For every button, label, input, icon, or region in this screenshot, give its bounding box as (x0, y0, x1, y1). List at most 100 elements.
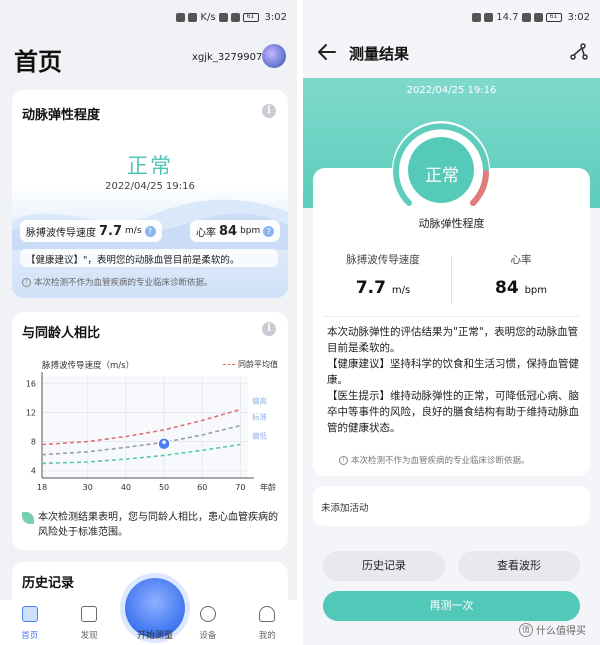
info-icon[interactable]: i (262, 104, 276, 118)
measure-date: 2022/04/25 19:16 (406, 85, 497, 96)
legend-line (223, 364, 235, 365)
elasticity-status: 正常 (127, 154, 173, 178)
result-description: 本次动脉弹性的评估结果为"正常"，表明您的动脉血管目前是柔软的。 【健康建议】坚… (327, 324, 579, 436)
help-icon[interactable]: ? (144, 225, 156, 237)
y-tick-label: 16 (26, 379, 36, 388)
result-paragraph: 【医生提示】维持动脉弹性的正常，可降低冠心病、脑卒中等事件的风险，良好的膳食结构… (327, 390, 579, 434)
bluetooth-icon (533, 12, 543, 22)
back-arrow-icon[interactable] (315, 40, 339, 64)
compare-card[interactable]: 与同龄人相比 i 脉搏波传导速度（m/s） 同龄平均值 4 8 12 16 18 30 40… (12, 312, 288, 550)
status-icons: 14.7 61 (472, 11, 562, 23)
tab-me[interactable]: 我的 (238, 600, 297, 645)
elasticity-card[interactable]: 动脉弹性程度 i 正常 2022/04/25 19:16 脉搏波传导速度 7.7… (12, 90, 288, 298)
home-screen: K/s 61 3:02 首页 xgjk_3279907 动脉弹性程度 i 正常 … (0, 0, 297, 645)
disclaimer-text: 本次检测不作为血管疾病的专业临床诊断依据。 (351, 456, 530, 466)
legend-label: 同龄平均值 (238, 360, 278, 369)
pwv-value: 7.7 m/s (323, 278, 443, 298)
x-tick-label: 60 (197, 483, 207, 492)
activity-text: 未添加活动 (321, 503, 369, 514)
info-icon[interactable]: i (262, 322, 276, 336)
pwv-value: 7.7 (99, 223, 123, 239)
x-axis-label: 年龄 (260, 482, 276, 492)
x-tick-label: 70 (235, 483, 245, 492)
network-speed: 14.7 (496, 11, 519, 23)
result-paragraph: 本次动脉弹性的评估结果为"正常"，表明您的动脉血管目前是柔软的。 (327, 326, 579, 354)
disclaimer-text: 本次检测不作为血管疾病的专业临床诊断依据。 (34, 278, 213, 288)
activity-card[interactable]: 未添加活动 (313, 486, 590, 526)
user-marker-head (162, 440, 166, 445)
pwv-pill: 脉搏波传导速度 7.7 m/s ? (20, 220, 162, 242)
signal-icon (176, 12, 186, 22)
status-bar: K/s 61 3:02 (0, 0, 297, 34)
leaf-icon (22, 512, 34, 524)
notice-icon: ! (339, 455, 348, 465)
health-advice: 【健康建议】"，表明您的动脉血管目前是柔软的。 (20, 249, 278, 267)
pwv-label: 脉搏波传导速度 (26, 227, 96, 239)
hr-unit: bpm (524, 285, 548, 296)
pwv-number: 7.7 (355, 278, 386, 298)
gauge-status: 正常 (425, 166, 459, 186)
tab-home[interactable]: 首页 (0, 600, 59, 645)
status-icons: K/s 61 (176, 11, 259, 23)
card-title: 动脉弹性程度 (22, 108, 101, 123)
pwv-unit: m/s (391, 285, 411, 296)
tab-label: 我的 (258, 631, 276, 641)
series-label: 标准 (252, 412, 267, 422)
result-paragraph: 【健康建议】坚持科学的饮食和生活习惯，保持血管健康。 (327, 358, 579, 386)
compare-conclusion: 本次检测结果表明，您与同龄人相比，患心血管疾病的风险处于标准范围。 (22, 510, 278, 540)
avatar[interactable] (262, 44, 286, 68)
notice-icon: ! (22, 277, 31, 287)
section-divider (323, 316, 580, 317)
view-waveform-button[interactable]: 查看波形 (458, 551, 580, 581)
y-tick-label: 4 (31, 467, 36, 476)
series-label: 偏高 (252, 396, 267, 406)
result-screen: 14.7 61 3:02 测量结果 2022/04/25 19:16 动脉弹性程… (303, 0, 600, 645)
status-time: 3:02 (264, 11, 287, 23)
x-tick-label: 18 (37, 483, 47, 492)
battery-icon: 61 (242, 12, 259, 22)
compare-chart: 4 8 12 16 18 30 40 50 60 70 年龄 偏高标准偏低 (26, 372, 276, 492)
watermark-icon: 值 (519, 622, 533, 637)
pwv-unit: m/s (125, 226, 142, 236)
y-tick-label: 12 (26, 408, 36, 417)
status-time: 3:02 (567, 11, 590, 23)
conclusion-text: 本次检测结果表明，您与同龄人相比，患心血管疾病的风险处于标准范围。 (38, 512, 278, 538)
pwv-label: 脉搏波传导速度 (346, 254, 420, 266)
tab-label: 首页 (21, 631, 39, 641)
signal-icon (472, 12, 482, 22)
disclaimer: ! 本次检测不作为血管疾病的专业临床诊断依据。 (339, 454, 530, 466)
hr-number: 84 (494, 278, 519, 298)
start-measure-label: 开始测量 (136, 631, 173, 641)
hr-value: 84 (219, 223, 238, 239)
hr-label: 心率 (510, 254, 532, 266)
discover-icon (81, 606, 98, 622)
status-bar: 14.7 61 3:02 (303, 0, 600, 34)
hr-unit: bpm (240, 226, 261, 236)
x-tick-label: 50 (159, 483, 169, 492)
chart-legend: 同龄平均值 (223, 359, 278, 370)
remeasure-button[interactable]: 再测一次 (323, 591, 580, 621)
y-tick-label: 8 (31, 438, 36, 447)
person-icon (259, 606, 276, 622)
metric-divider (451, 256, 452, 304)
card-title: 与同龄人相比 (22, 326, 101, 341)
hr-pill: 心率 84 bpm ? (190, 220, 281, 242)
x-tick-label: 40 (121, 483, 131, 492)
series-label: 偏低 (252, 430, 267, 440)
help-icon[interactable]: ? (263, 225, 275, 237)
history-button[interactable]: 历史记录 (323, 551, 445, 581)
watermark-text: 什么值得买 (536, 626, 586, 637)
card-title: 历史记录 (22, 576, 75, 591)
share-icon[interactable] (569, 42, 589, 62)
wifi-icon (484, 12, 494, 22)
home-icon (21, 606, 38, 622)
x-tick-label: 30 (83, 483, 93, 492)
watermark: 值 什么值得买 (519, 622, 586, 637)
nfc-icon (521, 12, 531, 22)
wifi-icon (188, 12, 198, 22)
username[interactable]: xgjk_3279907 (192, 52, 262, 63)
hr-value: 84 bpm (461, 278, 581, 298)
watch-icon (199, 606, 216, 622)
network-speed: K/s (200, 11, 216, 23)
page-title: 首页 (14, 48, 62, 76)
